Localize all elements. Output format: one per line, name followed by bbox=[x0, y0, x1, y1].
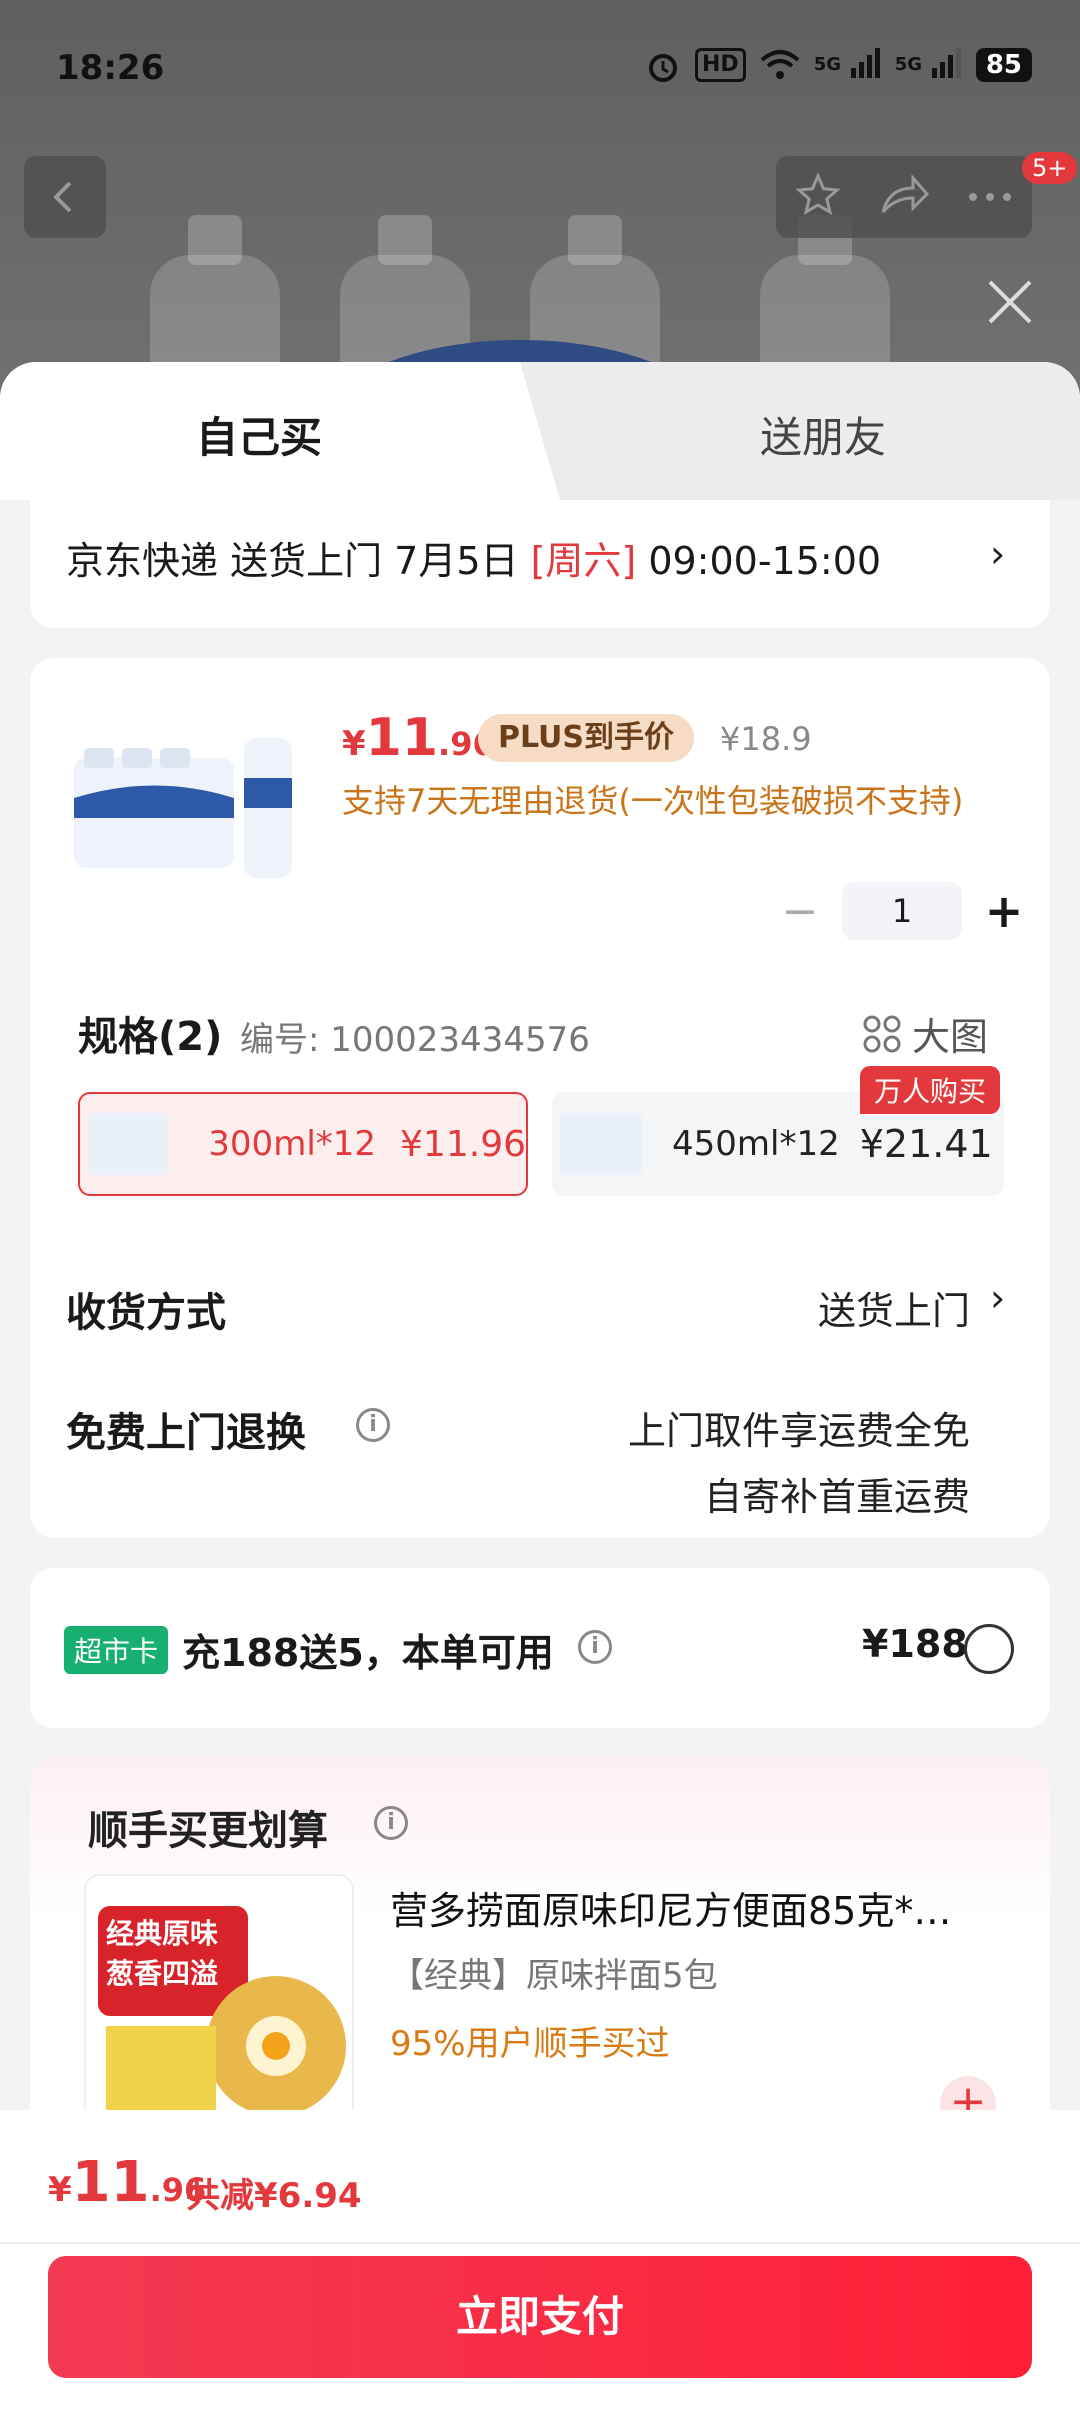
net-label: 5G bbox=[894, 54, 923, 75]
total-integer: 11 bbox=[71, 2150, 150, 2215]
supermarket-card-row[interactable]: 超市卡 充188送5，本单可用 i ¥188 bbox=[30, 1568, 1050, 1728]
plus-price-tag: PLUS到手价 bbox=[478, 714, 695, 762]
info-icon[interactable]: i bbox=[578, 1630, 612, 1664]
divider bbox=[0, 2242, 1080, 2244]
option-thumbnail bbox=[560, 1113, 642, 1175]
quantity-input[interactable]: 1 bbox=[842, 882, 962, 940]
chevron-left-icon bbox=[53, 181, 72, 213]
option-price: ¥21.41 bbox=[859, 1122, 993, 1166]
shipping-method-value[interactable]: 送货上门 bbox=[818, 1280, 970, 1335]
quantity-plus-button[interactable]: + bbox=[974, 884, 1034, 938]
total-price: ¥11.96 bbox=[48, 2150, 206, 2215]
discount-text: 共减¥6.94 bbox=[186, 2176, 362, 2216]
option-thumbnail bbox=[88, 1113, 169, 1175]
pay-now-button[interactable]: 立即支付 bbox=[48, 2256, 1032, 2378]
option-label: 300ml*12 bbox=[208, 1124, 377, 1164]
product-code: 编号: 100023434576 bbox=[240, 1020, 590, 1060]
option-label: 450ml*12 bbox=[672, 1124, 840, 1164]
delivery-main: 京东快递 送货上门 7月5日 bbox=[66, 539, 531, 583]
top-action-group bbox=[776, 156, 1032, 238]
free-return-line2: 自寄补首重运费 bbox=[703, 1475, 970, 1519]
signal-5g-icon: 5G bbox=[814, 48, 881, 82]
tab-send-friend[interactable]: 送朋友 bbox=[560, 362, 1080, 500]
grid-icon bbox=[863, 1015, 901, 1052]
tab-label: 送朋友 bbox=[760, 413, 887, 462]
delivery-weekday: [周六] bbox=[530, 539, 637, 583]
upsell-item-sub: 【经典】原味拌面5包 bbox=[390, 1956, 718, 1996]
back-button[interactable] bbox=[24, 156, 106, 238]
info-icon[interactable]: i bbox=[356, 1408, 390, 1442]
big-image-label: 大图 bbox=[912, 1015, 989, 1059]
quantity-minus-button[interactable]: − bbox=[770, 886, 830, 937]
alarm-icon bbox=[645, 48, 681, 82]
hd-icon: HD bbox=[695, 48, 746, 82]
message-badge: 5+ bbox=[1022, 152, 1078, 184]
share-icon[interactable] bbox=[879, 172, 930, 222]
upsell-item-stat: 95%用户顺手买过 bbox=[390, 2024, 670, 2064]
chevron-right-icon: › bbox=[990, 532, 1006, 576]
coupon-text: 充188送5，本单可用 bbox=[182, 1631, 554, 1675]
signal-5g-icon: 5G bbox=[895, 48, 962, 82]
product-price: ¥11.96 bbox=[342, 708, 495, 768]
free-return-line1: 上门取件享运费全免 bbox=[627, 1409, 970, 1453]
coupon-radio[interactable] bbox=[964, 1624, 1014, 1674]
tab-bar: 自己买 送朋友 bbox=[0, 362, 1080, 500]
product-card: ¥11.96 PLUS到手价 ¥18.9 支持7天无理由退货(一次性包装破损不支… bbox=[30, 658, 1050, 1538]
quantity-stepper: − 1 + bbox=[770, 882, 1034, 940]
tab-self-buy[interactable]: 自己买 bbox=[0, 362, 560, 500]
original-price: ¥18.9 bbox=[720, 720, 812, 758]
wifi-icon bbox=[760, 48, 800, 82]
info-icon[interactable]: i bbox=[374, 1806, 408, 1840]
supermarket-card-tag: 超市卡 bbox=[64, 1626, 169, 1674]
thumb-text: 经典原味 葱香四溢 bbox=[106, 1914, 218, 1994]
upsell-item-name[interactable]: 营多捞面原味印尼方便面85克*… bbox=[390, 1880, 1010, 1935]
product-thumbnail bbox=[74, 738, 304, 878]
upsell-title: 顺手买更划算 bbox=[88, 1808, 328, 1854]
thumb-text-line: 经典原味 bbox=[106, 1917, 219, 1950]
status-icons: HD 5G 5G 85 bbox=[645, 48, 1032, 82]
coupon-price: ¥188 bbox=[862, 1622, 968, 1666]
total-currency: ¥ bbox=[48, 2170, 72, 2210]
upsell-thumbnail[interactable]: 经典原味 葱香四溢 bbox=[84, 1874, 354, 2134]
chevron-right-icon[interactable]: › bbox=[990, 1276, 1005, 1320]
free-return-label: 免费上门退换 bbox=[66, 1410, 306, 1456]
option-price: ¥11.96 bbox=[400, 1123, 526, 1165]
purchase-sheet: 自己买 送朋友 京东快递 送货上门 7月5日 [周六] 09:00-15:00 … bbox=[0, 362, 1080, 2412]
checkout-bar: ¥11.96 共减¥6.94 立即支付 bbox=[0, 2110, 1080, 2412]
delivery-row[interactable]: 京东快递 送货上门 7月5日 [周六] 09:00-15:00 › bbox=[30, 500, 1050, 628]
close-icon[interactable] bbox=[980, 272, 1040, 332]
status-time: 18:26 bbox=[56, 48, 165, 88]
big-image-button[interactable]: 大图 bbox=[862, 1006, 988, 1061]
price-currency: ¥ bbox=[342, 724, 366, 764]
spec-option-300ml[interactable]: 300ml*12 ¥11.96 bbox=[78, 1092, 528, 1196]
return-policy-note: 支持7天无理由退货(一次性包装破损不支持) bbox=[342, 782, 964, 820]
more-icon[interactable] bbox=[967, 188, 1013, 207]
price-integer: 11 bbox=[365, 708, 439, 768]
delivery-text: 京东快递 送货上门 7月5日 [周六] 09:00-15:00 bbox=[66, 530, 881, 585]
status-bar: 18:26 HD 5G 5G 85 bbox=[0, 0, 1080, 140]
star-icon[interactable] bbox=[795, 172, 841, 222]
net-label: 5G bbox=[813, 54, 841, 75]
tab-label: 自己买 bbox=[196, 413, 323, 462]
thumb-text-line: 葱香四溢 bbox=[106, 1957, 219, 1990]
delivery-time: 09:00-15:00 bbox=[636, 539, 882, 583]
battery-icon: 85 bbox=[975, 48, 1032, 82]
spec-title: 规格(2) bbox=[78, 1014, 223, 1060]
shipping-method-label: 收货方式 bbox=[66, 1290, 226, 1336]
popular-tag: 万人购买 bbox=[860, 1066, 1001, 1114]
